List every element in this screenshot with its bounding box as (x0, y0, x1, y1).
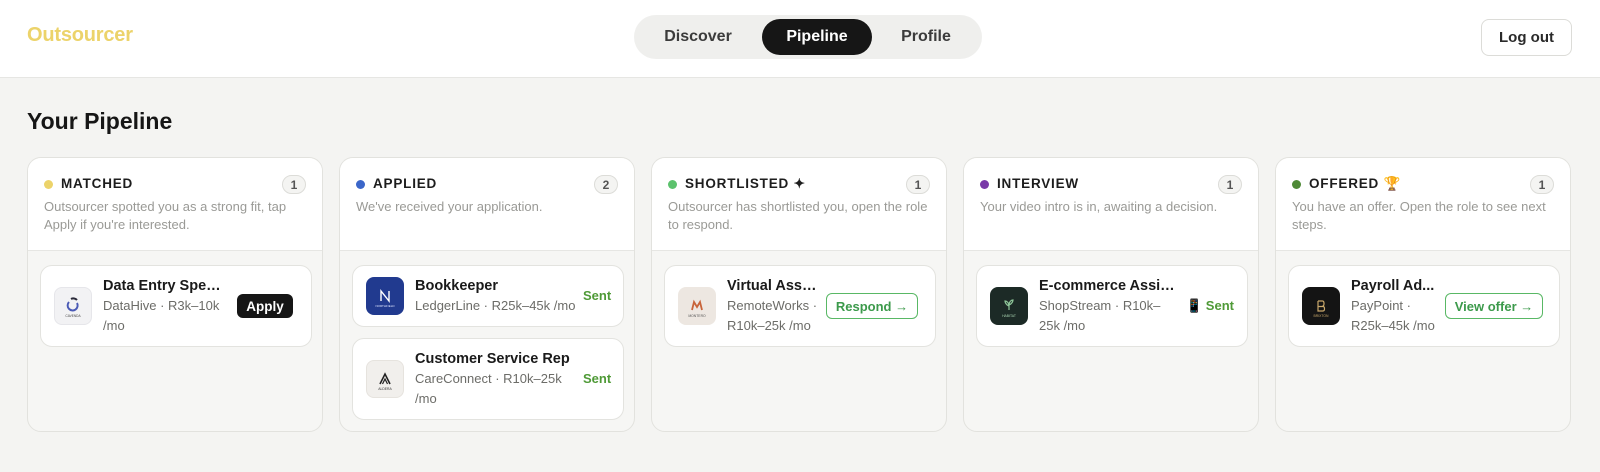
count-badge: 1 (906, 175, 930, 194)
respond-button[interactable]: Respond → (826, 293, 918, 319)
column-header: OFFERED 🏆 1 You have an offer. Open the … (1276, 158, 1570, 251)
status-dot (44, 180, 53, 189)
job-card[interactable]: MONTERO Virtual Assi... RemoteWorks · R1… (664, 265, 936, 347)
count-badge: 2 (594, 175, 618, 194)
column-title: OFFERED 🏆 (1309, 176, 1402, 191)
column-title: INTERVIEW (997, 176, 1079, 191)
status-sent: Sent (583, 288, 612, 303)
job-title: Payroll Ad... (1351, 278, 1435, 294)
job-meta: PayPoint · R25k–45k /mo (1351, 298, 1435, 333)
job-card[interactable]: BRIXTON Payroll Ad... PayPoint · R25k–45… (1288, 265, 1560, 347)
brand-logo[interactable]: Outsourcer (27, 24, 133, 47)
logo-wordmark: MONTERO (688, 314, 706, 318)
job-meta: ShopStream · R10k–25k /mo (1039, 298, 1161, 333)
status-sent-video: 📱 Sent (1186, 298, 1234, 313)
status-sent: Sent (583, 371, 612, 386)
logout-button[interactable]: Log out (1481, 19, 1572, 56)
main-nav: Discover Pipeline Profile (634, 15, 982, 59)
column-title: SHORTLISTED ✦ (685, 176, 806, 191)
job-meta: RemoteWorks · R10k–25k /mo (727, 298, 818, 333)
tab-profile[interactable]: Profile (878, 19, 974, 55)
pipeline-column-applied: APPLIED 2 We've received your applicatio… (339, 157, 635, 432)
job-title: Data Entry Speci... (103, 278, 227, 294)
column-header: MATCHED 1 Outsourcer spotted you as a st… (28, 158, 322, 251)
paypoint-logo-icon: BRIXTON (1302, 287, 1340, 325)
view-offer-button[interactable]: View offer → (1445, 293, 1543, 319)
column-header: APPLIED 2 We've received your applicatio… (340, 158, 634, 251)
tab-discover[interactable]: Discover (642, 19, 754, 55)
logo-wordmark: NORTHFIELD (375, 304, 395, 308)
remoteworks-logo-icon: MONTERO (678, 287, 716, 325)
datahive-logo-icon: CAVENDA (54, 287, 92, 325)
shopstream-logo-icon: HABITAT (990, 287, 1028, 325)
page-title: Your Pipeline (27, 108, 173, 134)
count-badge: 1 (282, 175, 306, 194)
logo-wordmark: BRIXTON (1313, 314, 1329, 318)
job-meta: CareConnect · R10k–25k /mo (415, 371, 562, 406)
column-title: APPLIED (373, 176, 438, 191)
column-description: We've received your application. (356, 199, 543, 214)
job-card[interactable]: NORTHFIELD Bookkeeper LedgerLine · R25k–… (352, 265, 624, 327)
logo-wordmark: ALDERA (378, 387, 392, 391)
count-badge: 1 (1530, 175, 1554, 194)
pipeline-column-offered: OFFERED 🏆 1 You have an offer. Open the … (1275, 157, 1571, 432)
job-card[interactable]: ALDERA Customer Service Rep CareConnect … (352, 338, 624, 420)
job-card[interactable]: CAVENDA Data Entry Speci... DataHive · R… (40, 265, 312, 347)
count-badge: 1 (1218, 175, 1242, 194)
status-dot (980, 180, 989, 189)
tab-pipeline[interactable]: Pipeline (762, 19, 872, 55)
job-title: Bookkeeper (415, 278, 499, 294)
job-title: Customer Service Rep (415, 351, 570, 367)
job-meta: DataHive · R3k–10k /mo (103, 298, 220, 333)
job-card[interactable]: HABITAT E-commerce Assist... ShopStream … (976, 265, 1248, 347)
ledgerline-logo-icon: NORTHFIELD (366, 277, 404, 315)
column-title: MATCHED (61, 176, 134, 191)
top-bar: Outsourcer Discover Pipeline Profile Log… (0, 0, 1600, 78)
apply-button[interactable]: Apply (237, 294, 293, 318)
status-dot (1292, 180, 1301, 189)
status-dot (356, 180, 365, 189)
status-dot (668, 180, 677, 189)
careconnect-logo-icon: ALDERA (366, 360, 404, 398)
logo-wordmark: CAVENDA (65, 314, 81, 318)
column-header: SHORTLISTED ✦ 1 Outsourcer has shortlist… (652, 158, 946, 251)
column-description: Outsourcer spotted you as a strong fit, … (44, 199, 287, 232)
pipeline-column-interview: INTERVIEW 1 Your video intro is in, awai… (963, 157, 1259, 432)
column-description: You have an offer. Open the role to see … (1292, 199, 1546, 232)
pipeline-column-shortlisted: SHORTLISTED ✦ 1 Outsourcer has shortlist… (651, 157, 947, 432)
column-description: Outsourcer has shortlisted you, open the… (668, 199, 928, 232)
job-meta: LedgerLine · R25k–45k /mo (415, 298, 576, 313)
pipeline-column-matched: MATCHED 1 Outsourcer spotted you as a st… (27, 157, 323, 432)
column-header: INTERVIEW 1 Your video intro is in, awai… (964, 158, 1258, 251)
job-title: Virtual Assi... (727, 278, 817, 294)
job-title: E-commerce Assist... (1039, 278, 1179, 294)
column-description: Your video intro is in, awaiting a decis… (980, 199, 1218, 214)
logo-wordmark: HABITAT (1002, 314, 1016, 318)
